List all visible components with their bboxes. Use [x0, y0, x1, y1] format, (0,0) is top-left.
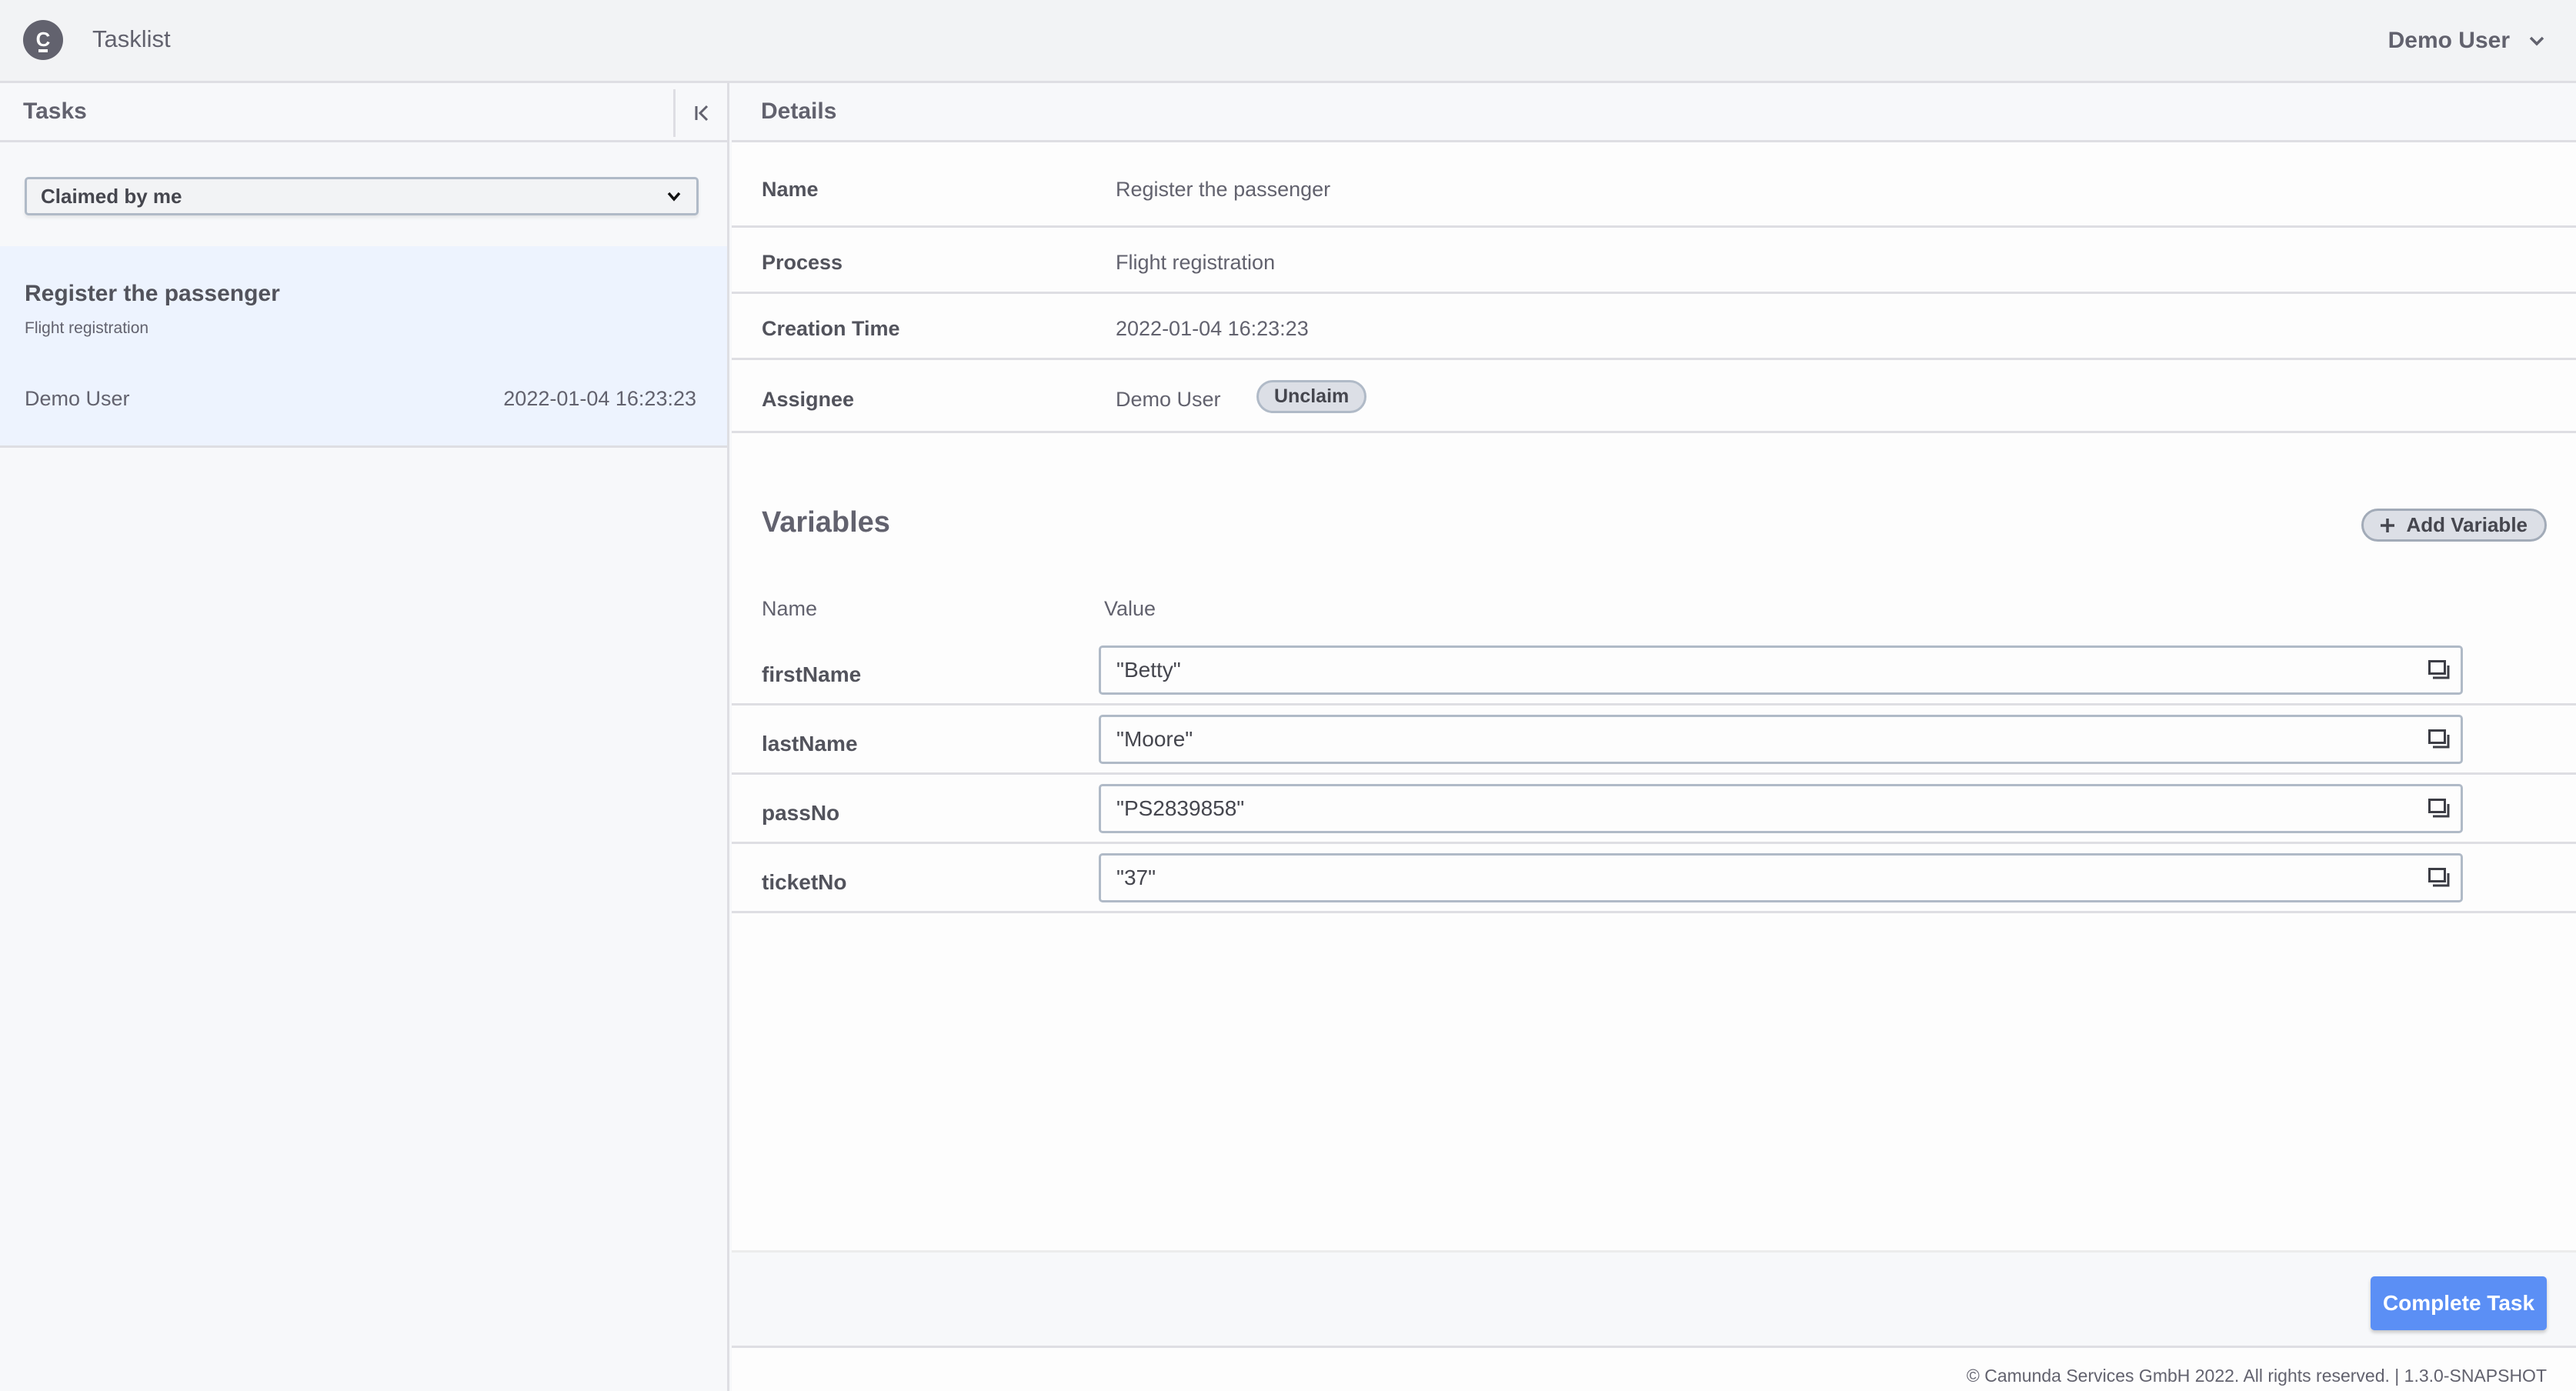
variable-row: lastName [732, 706, 2576, 775]
detail-label: Creation Time [762, 317, 900, 340]
unclaim-button[interactable]: Unclaim [1256, 380, 1367, 413]
detail-label: Name [762, 178, 819, 201]
plus-icon [2380, 518, 2394, 532]
task-name: Register the passenger [25, 281, 280, 306]
detail-value: Demo User [1116, 388, 1221, 411]
detail-row-name: Name Register the passenger [732, 142, 2576, 228]
app-title: Tasklist [92, 25, 171, 52]
variable-name: firstName [762, 662, 862, 686]
variables-column-value: Value [1104, 597, 1156, 620]
details-panel: Details Name Register the passenger Proc… [732, 83, 2576, 1391]
task-process: Flight registration [25, 319, 149, 337]
variable-value-field [1099, 715, 2463, 764]
variable-row: firstName [732, 636, 2576, 706]
camunda-logo-icon[interactable]: C [23, 20, 63, 60]
task-filter-select[interactable]: Claimed by me [25, 177, 699, 215]
tasks-title: Tasks [23, 98, 87, 124]
task-action-bar: Complete Task [732, 1250, 2576, 1348]
detail-label: Process [762, 251, 843, 274]
user-name: Demo User [2387, 28, 2510, 53]
window-expand-icon [2428, 868, 2450, 887]
variable-name: lastName [762, 732, 858, 756]
collapse-left-icon [695, 105, 708, 122]
variable-name: ticketNo [762, 870, 847, 894]
window-expand-icon [2428, 729, 2450, 749]
open-editor-button[interactable] [2428, 799, 2450, 819]
variable-row: passNo [732, 775, 2576, 844]
detail-row-assignee: Assignee Demo User Unclaim [732, 360, 2576, 433]
app-header: C Tasklist Demo User [0, 0, 2576, 83]
task-filter-value: Claimed by me [41, 184, 182, 208]
chevron-down-icon [2529, 36, 2544, 46]
open-editor-button[interactable] [2428, 868, 2450, 888]
variable-value-input[interactable] [1101, 786, 2409, 831]
variable-value-input[interactable] [1101, 856, 2409, 900]
variable-value-input[interactable] [1101, 648, 2409, 692]
variable-value-field [1099, 853, 2463, 902]
open-editor-button[interactable] [2428, 660, 2450, 680]
details-title: Details [761, 98, 837, 124]
add-variable-button[interactable]: Add Variable [2361, 509, 2547, 542]
svg-text:C: C [36, 28, 51, 51]
add-variable-label: Add Variable [2406, 513, 2528, 536]
collapse-panel-button[interactable] [673, 89, 727, 137]
task-list-item[interactable]: Register the passenger Flight registrati… [0, 246, 727, 448]
variable-value-field [1099, 784, 2463, 833]
variable-row: ticketNo [732, 844, 2576, 913]
detail-value: Register the passenger [1116, 178, 1331, 201]
tasks-panel-header: Tasks [0, 83, 727, 142]
details-header: Details [732, 83, 2576, 142]
footer-copyright: © Camunda Services GmbH 2022. All rights… [1966, 1366, 2547, 1386]
complete-task-button[interactable]: Complete Task [2371, 1276, 2547, 1330]
detail-row-creation-time: Creation Time 2022-01-04 16:23:23 [732, 294, 2576, 360]
chevron-down-icon [667, 192, 681, 202]
user-menu[interactable]: Demo User [2388, 25, 2545, 56]
variable-value-field [1099, 645, 2463, 695]
detail-label: Assignee [762, 388, 855, 411]
window-expand-icon [2428, 799, 2450, 818]
variables-title: Variables [762, 506, 890, 539]
open-editor-button[interactable] [2428, 729, 2450, 749]
detail-value: 2022-01-04 16:23:23 [1116, 317, 1309, 340]
window-expand-icon [2428, 660, 2450, 679]
task-creation-time: 2022-01-04 16:23:23 [503, 387, 696, 410]
tasks-panel: Tasks Claimed by me Register the passeng… [0, 83, 729, 1391]
task-assignee: Demo User [25, 387, 130, 410]
variables-column-name: Name [762, 597, 818, 620]
detail-row-process: Process Flight registration [732, 228, 2576, 294]
variable-name: passNo [762, 801, 840, 825]
detail-value: Flight registration [1116, 251, 1276, 274]
variable-value-input[interactable] [1101, 717, 2409, 762]
